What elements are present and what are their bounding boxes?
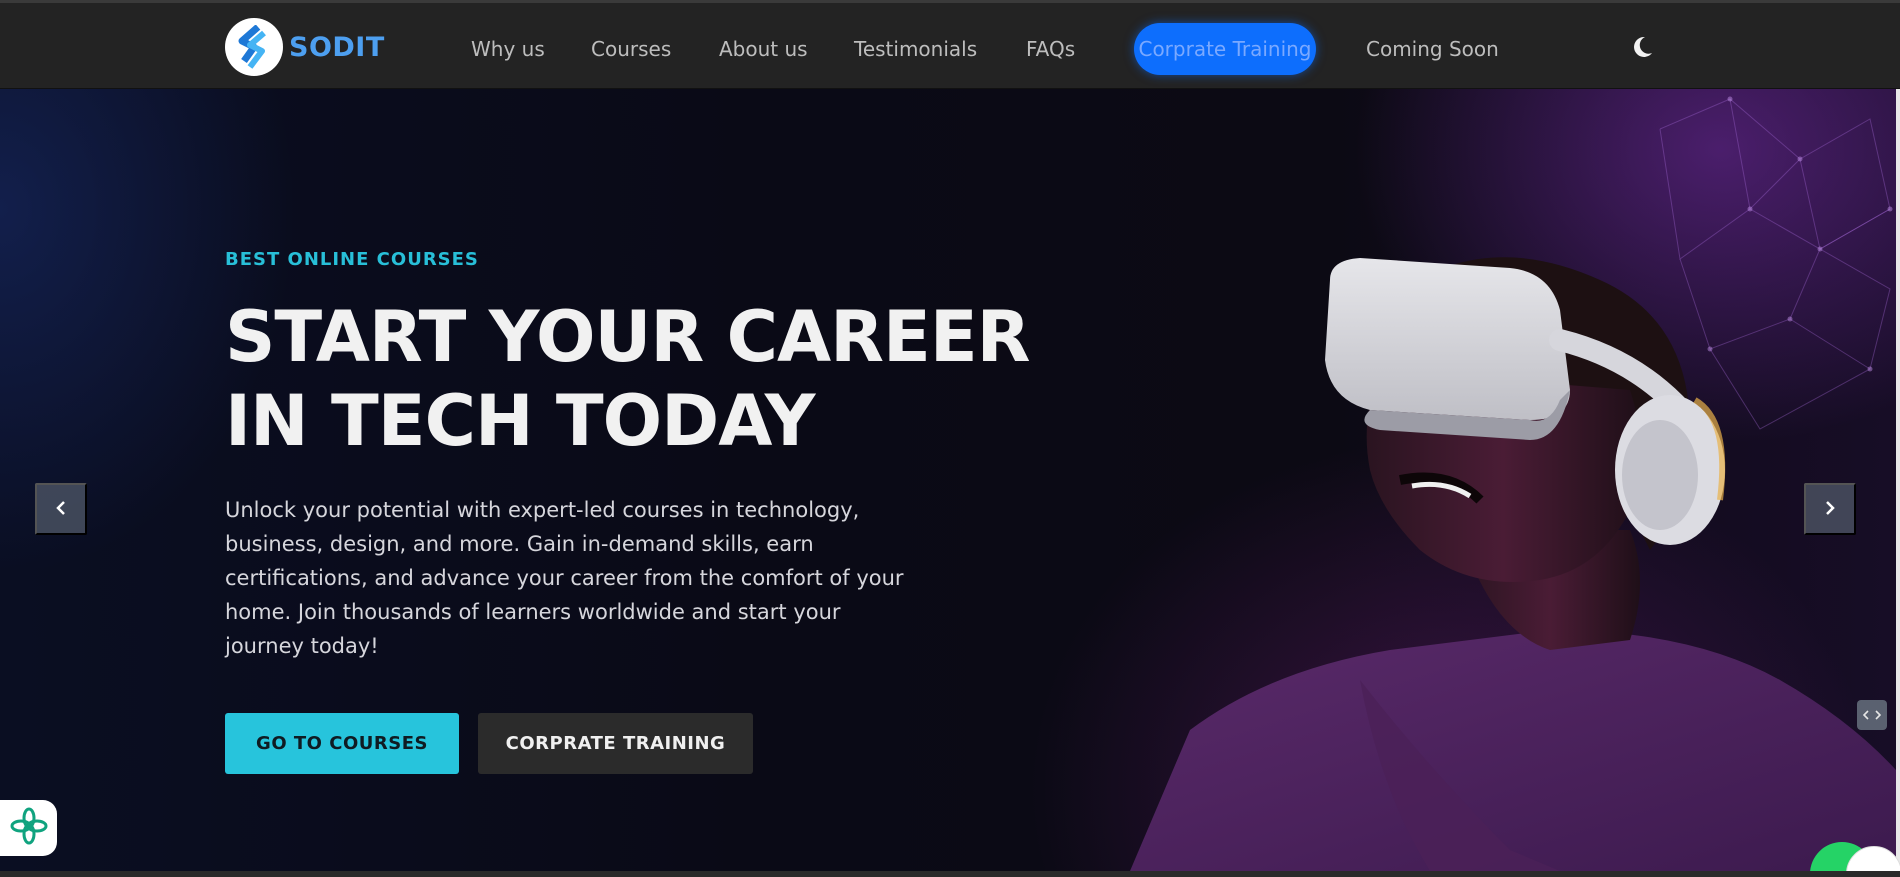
moon-icon[interactable] bbox=[1628, 33, 1656, 61]
carousel-next-button[interactable] bbox=[1804, 483, 1856, 535]
go-to-courses-button[interactable]: GO TO COURSES bbox=[225, 713, 459, 774]
hero-eyebrow: BEST ONLINE COURSES bbox=[225, 249, 479, 270]
nav-about-us[interactable]: About us bbox=[719, 23, 808, 75]
chevron-left-icon bbox=[52, 499, 70, 520]
vr-person-illustration bbox=[1130, 257, 1896, 871]
top-navbar: SODIT Why us Courses About us Testimonia… bbox=[0, 0, 1900, 89]
nav-why-us[interactable]: Why us bbox=[471, 23, 545, 75]
headline-line-1: START YOUR CAREER bbox=[225, 296, 1031, 378]
nav-corporate-training[interactable]: Corprate Training bbox=[1134, 23, 1316, 75]
hero-description: Unlock your potential with expert-led co… bbox=[225, 498, 904, 658]
page-bottom-strip bbox=[0, 871, 1900, 877]
nav-faqs[interactable]: FAQs bbox=[1026, 23, 1075, 75]
nav-testimonials[interactable]: Testimonials bbox=[854, 23, 977, 75]
chevron-right-icon bbox=[1821, 499, 1839, 520]
sodit-logo-icon bbox=[225, 18, 283, 76]
ai-chat-widget[interactable] bbox=[0, 800, 57, 856]
carousel-prev-button[interactable] bbox=[35, 483, 87, 535]
ai-flower-icon bbox=[9, 806, 49, 850]
code-icon bbox=[1862, 706, 1882, 725]
hero-headline: START YOUR CAREER IN TECH TODAY bbox=[225, 295, 1045, 463]
nav-coming-soon[interactable]: Coming Soon bbox=[1366, 23, 1499, 75]
brand-logo[interactable]: SODIT bbox=[225, 18, 385, 76]
nav-courses[interactable]: Courses bbox=[591, 23, 671, 75]
corporate-training-button[interactable]: CORPRATE TRAINING bbox=[478, 713, 753, 774]
page-scrollbar-edge bbox=[1896, 89, 1900, 871]
brand-name: SODIT bbox=[289, 31, 385, 63]
code-widget-button[interactable] bbox=[1857, 700, 1887, 730]
headline-line-2: IN TECH TODAY bbox=[225, 380, 815, 462]
